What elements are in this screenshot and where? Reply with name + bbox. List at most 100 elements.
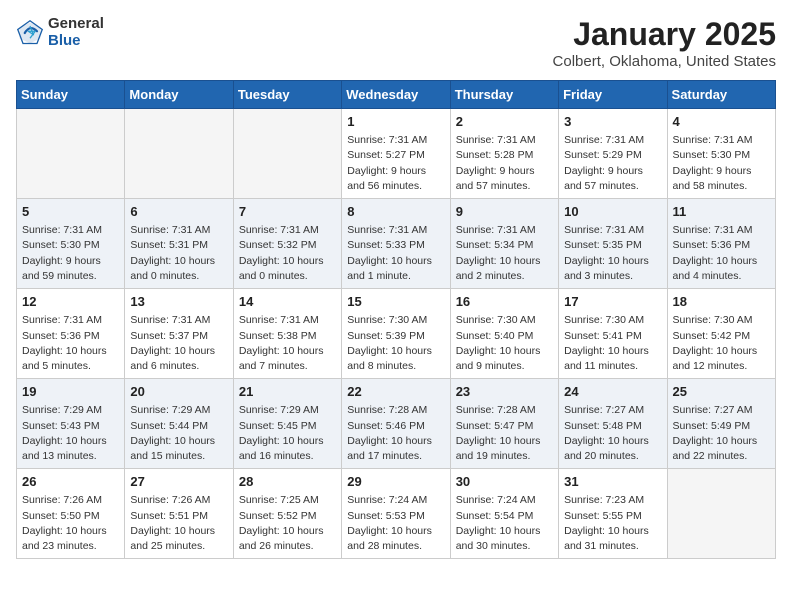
calendar-cell: 24Sunrise: 7:27 AM Sunset: 5:48 PM Dayli… (559, 379, 667, 469)
day-info: Sunrise: 7:28 AM Sunset: 5:47 PM Dayligh… (456, 403, 553, 464)
calendar-cell: 2 Sunrise: 7:31 AM Sunset: 5:28 PM Daylig… (450, 109, 558, 199)
calendar-cell: 10 Sunrise: 7:31 AM Sunset: 5:35 PM Dayli… (559, 199, 667, 289)
calendar-cell: 3 Sunrise: 7:31 AM Sunset: 5:29 PM Daylig… (559, 109, 667, 199)
day-info: Sunrise: 7:29 AM Sunset: 5:43 PM Dayligh… (22, 403, 119, 464)
header-wednesday: Wednesday (342, 81, 450, 109)
calendar-cell: 11Sunrise: 7:31 AM Sunset: 5:36 PM Dayli… (667, 199, 775, 289)
header: General Blue January 2025 Colbert, Oklah… (16, 16, 776, 70)
day-info: Sunrise: 7:25 AM Sunset: 5:52 PM Dayligh… (239, 493, 336, 554)
calendar-cell: 13 Sunrise: 7:31 AM Sunset: 5:37 PM Dayli… (125, 289, 233, 379)
day-info: Sunrise: 7:26 AM Sunset: 5:50 PM Dayligh… (22, 493, 119, 554)
calendar-cell (233, 109, 341, 199)
title-area: January 2025 Colbert, Oklahoma, United S… (553, 16, 776, 70)
day-number: 3 (564, 113, 661, 131)
day-info: Sunrise: 7:24 AM Sunset: 5:53 PM Dayligh… (347, 493, 444, 554)
calendar-table: SundayMondayTuesdayWednesdayThursdayFrid… (16, 80, 776, 559)
day-info: Sunrise: 7:31 AM Sunset: 5:28 PM Dayligh… (456, 133, 553, 194)
day-info: Sunrise: 7:31 AM Sunset: 5:36 PM Dayligh… (22, 313, 119, 374)
calendar-week-row: 12Sunrise: 7:31 AM Sunset: 5:36 PM Dayli… (17, 289, 776, 379)
header-saturday: Saturday (667, 81, 775, 109)
calendar-cell: 26 Sunrise: 7:26 AM Sunset: 5:50 PM Dayli… (17, 469, 125, 559)
calendar-cell: 14Sunrise: 7:31 AM Sunset: 5:38 PM Dayli… (233, 289, 341, 379)
day-info: Sunrise: 7:30 AM Sunset: 5:41 PM Dayligh… (564, 313, 661, 374)
day-number: 25 (673, 383, 770, 401)
calendar-cell (667, 469, 775, 559)
day-info: Sunrise: 7:31 AM Sunset: 5:34 PM Dayligh… (456, 223, 553, 284)
calendar-cell: 23 Sunrise: 7:28 AM Sunset: 5:47 PM Dayli… (450, 379, 558, 469)
day-number: 8 (347, 203, 444, 221)
day-info: Sunrise: 7:30 AM Sunset: 5:42 PM Dayligh… (673, 313, 770, 374)
calendar-cell: 20 Sunrise: 7:29 AM Sunset: 5:44 PM Dayli… (125, 379, 233, 469)
day-number: 22 (347, 383, 444, 401)
day-number: 6 (130, 203, 227, 221)
calendar-cell: 31 Sunrise: 7:23 AM Sunset: 5:55 PM Dayli… (559, 469, 667, 559)
day-number: 2 (456, 113, 553, 131)
day-info: Sunrise: 7:31 AM Sunset: 5:30 PM Dayligh… (22, 223, 119, 284)
calendar-week-row: 5Sunrise: 7:31 AM Sunset: 5:30 PM Daylig… (17, 199, 776, 289)
day-number: 26 (22, 473, 119, 491)
day-info: Sunrise: 7:31 AM Sunset: 5:29 PM Dayligh… (564, 133, 661, 194)
day-number: 14 (239, 293, 336, 311)
day-info: Sunrise: 7:31 AM Sunset: 5:36 PM Dayligh… (673, 223, 770, 284)
day-info: Sunrise: 7:31 AM Sunset: 5:37 PM Dayligh… (130, 313, 227, 374)
calendar-cell: 18 Sunrise: 7:30 AM Sunset: 5:42 PM Dayli… (667, 289, 775, 379)
day-number: 7 (239, 203, 336, 221)
day-number: 17 (564, 293, 661, 311)
logo-icon (16, 19, 44, 47)
day-number: 28 (239, 473, 336, 491)
calendar-cell (17, 109, 125, 199)
day-info: Sunrise: 7:31 AM Sunset: 5:31 PM Dayligh… (130, 223, 227, 284)
day-number: 21 (239, 383, 336, 401)
day-info: Sunrise: 7:30 AM Sunset: 5:40 PM Dayligh… (456, 313, 553, 374)
calendar-cell: 29 Sunrise: 7:24 AM Sunset: 5:53 PM Dayli… (342, 469, 450, 559)
calendar-cell: 27 Sunrise: 7:26 AM Sunset: 5:51 PM Dayli… (125, 469, 233, 559)
day-number: 20 (130, 383, 227, 401)
calendar-cell: 30 Sunrise: 7:24 AM Sunset: 5:54 PM Dayli… (450, 469, 558, 559)
calendar-cell: 22Sunrise: 7:28 AM Sunset: 5:46 PM Dayli… (342, 379, 450, 469)
calendar-header-row: SundayMondayTuesdayWednesdayThursdayFrid… (17, 81, 776, 109)
calendar-subtitle: Colbert, Oklahoma, United States (553, 53, 776, 70)
day-info: Sunrise: 7:30 AM Sunset: 5:39 PM Dayligh… (347, 313, 444, 374)
calendar-week-row: 1Sunrise: 7:31 AM Sunset: 5:27 PM Daylig… (17, 109, 776, 199)
day-number: 27 (130, 473, 227, 491)
calendar-cell: 8 Sunrise: 7:31 AM Sunset: 5:33 PM Daylig… (342, 199, 450, 289)
calendar-cell: 7 Sunrise: 7:31 AM Sunset: 5:32 PM Daylig… (233, 199, 341, 289)
day-info: Sunrise: 7:31 AM Sunset: 5:32 PM Dayligh… (239, 223, 336, 284)
day-number: 13 (130, 293, 227, 311)
logo: General Blue (16, 16, 104, 49)
header-friday: Friday (559, 81, 667, 109)
logo-text: General Blue (48, 16, 104, 49)
day-number: 19 (22, 383, 119, 401)
logo-general-text: General (48, 16, 104, 33)
day-number: 1 (347, 113, 444, 131)
day-number: 18 (673, 293, 770, 311)
day-number: 30 (456, 473, 553, 491)
calendar-cell: 15 Sunrise: 7:30 AM Sunset: 5:39 PM Dayli… (342, 289, 450, 379)
header-thursday: Thursday (450, 81, 558, 109)
day-info: Sunrise: 7:31 AM Sunset: 5:33 PM Dayligh… (347, 223, 444, 284)
day-number: 10 (564, 203, 661, 221)
day-number: 23 (456, 383, 553, 401)
calendar-week-row: 26 Sunrise: 7:26 AM Sunset: 5:50 PM Dayli… (17, 469, 776, 559)
day-info: Sunrise: 7:31 AM Sunset: 5:30 PM Dayligh… (673, 133, 770, 194)
day-info: Sunrise: 7:24 AM Sunset: 5:54 PM Dayligh… (456, 493, 553, 554)
calendar-cell: 21Sunrise: 7:29 AM Sunset: 5:45 PM Dayli… (233, 379, 341, 469)
calendar-cell: 4Sunrise: 7:31 AM Sunset: 5:30 PM Daylig… (667, 109, 775, 199)
header-sunday: Sunday (17, 81, 125, 109)
day-number: 15 (347, 293, 444, 311)
day-info: Sunrise: 7:31 AM Sunset: 5:35 PM Dayligh… (564, 223, 661, 284)
calendar-cell: 19 Sunrise: 7:29 AM Sunset: 5:43 PM Dayli… (17, 379, 125, 469)
calendar-title: January 2025 (553, 16, 776, 53)
calendar-cell: 1Sunrise: 7:31 AM Sunset: 5:27 PM Daylig… (342, 109, 450, 199)
day-info: Sunrise: 7:26 AM Sunset: 5:51 PM Dayligh… (130, 493, 227, 554)
day-info: Sunrise: 7:23 AM Sunset: 5:55 PM Dayligh… (564, 493, 661, 554)
day-number: 31 (564, 473, 661, 491)
calendar-cell: 25Sunrise: 7:27 AM Sunset: 5:49 PM Dayli… (667, 379, 775, 469)
day-number: 29 (347, 473, 444, 491)
day-info: Sunrise: 7:27 AM Sunset: 5:48 PM Dayligh… (564, 403, 661, 464)
calendar-cell: 12Sunrise: 7:31 AM Sunset: 5:36 PM Dayli… (17, 289, 125, 379)
day-number: 16 (456, 293, 553, 311)
calendar-week-row: 19 Sunrise: 7:29 AM Sunset: 5:43 PM Dayli… (17, 379, 776, 469)
day-info: Sunrise: 7:29 AM Sunset: 5:44 PM Dayligh… (130, 403, 227, 464)
calendar-cell: 5Sunrise: 7:31 AM Sunset: 5:30 PM Daylig… (17, 199, 125, 289)
